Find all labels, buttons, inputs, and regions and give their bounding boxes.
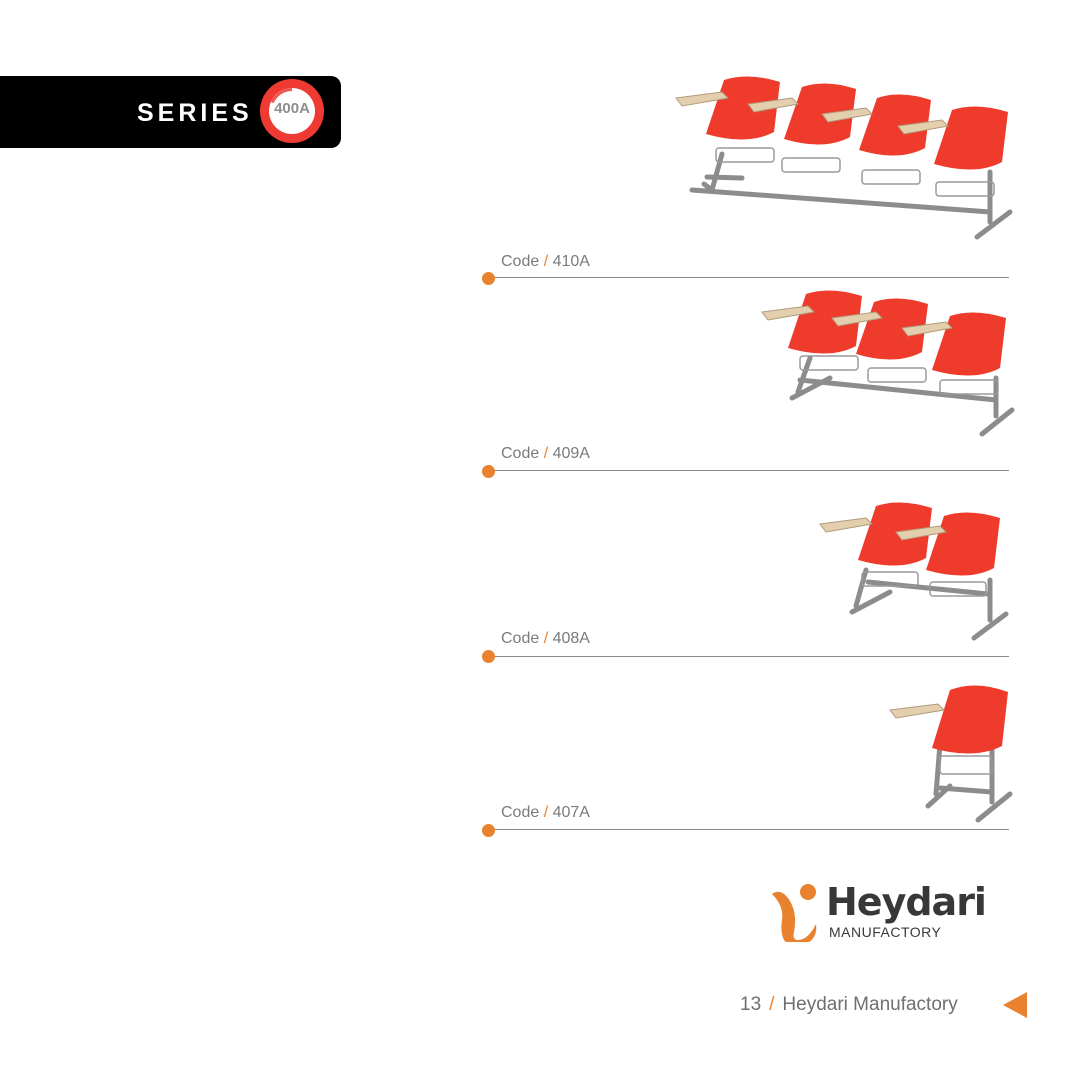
series-badge-label: 400A <box>274 100 310 117</box>
product-code-408a: Code / 408A <box>501 630 590 647</box>
series-label: SERIES <box>137 99 253 127</box>
product-image-409a <box>761 290 1015 437</box>
heydari-logo-icon <box>772 884 817 942</box>
divider-line <box>489 829 1009 830</box>
divider-line <box>489 656 1009 657</box>
product-code-409a: Code / 409A <box>501 445 590 462</box>
divider-line <box>489 470 1009 471</box>
product-image-407a <box>889 685 1013 823</box>
product-image-408a <box>819 502 1009 641</box>
divider-line <box>489 277 1009 278</box>
page-number: 13 <box>740 994 762 1015</box>
logo-subtitle: MANUFACTORY <box>829 924 942 940</box>
bullet-dot-icon <box>482 650 495 663</box>
footer-separator: / <box>769 994 775 1015</box>
footer-company: Heydari Manufactory <box>782 994 958 1015</box>
bullet-dot-icon <box>482 465 495 478</box>
product-code-410a: Code / 410A <box>501 253 590 270</box>
triangle-left-icon[interactable] <box>999 990 1029 1020</box>
page-footer: 13 / Heydari Manufactory <box>740 994 958 1016</box>
bullet-dot-icon <box>482 272 495 285</box>
product-code-407a: Code / 407A <box>501 804 590 821</box>
product-image-410a <box>675 76 1013 240</box>
logo-wordmark: Heydari <box>826 880 987 924</box>
bullet-dot-icon <box>482 824 495 837</box>
